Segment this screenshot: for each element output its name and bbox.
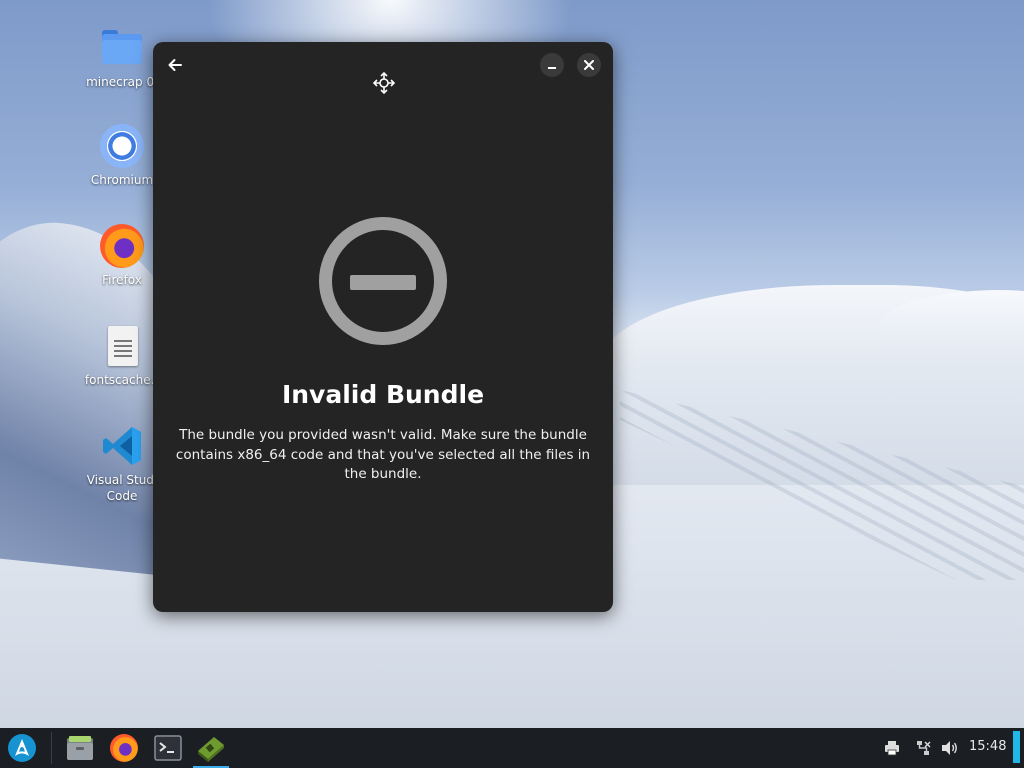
network-disconnected-icon bbox=[917, 741, 931, 755]
volume-icon bbox=[942, 741, 957, 755]
dialog-title: Invalid Bundle bbox=[281, 380, 485, 409]
terminal-icon bbox=[154, 735, 182, 761]
move-handle-icon[interactable] bbox=[372, 71, 396, 95]
back-arrow-icon bbox=[168, 59, 182, 71]
chromium-icon bbox=[100, 124, 144, 168]
firefox-icon bbox=[100, 224, 144, 268]
taskbar-firefox[interactable] bbox=[103, 728, 145, 768]
minimize-button[interactable] bbox=[540, 53, 564, 77]
printer-icon bbox=[885, 741, 899, 756]
arch-linux-icon bbox=[8, 734, 36, 762]
tray-network[interactable] bbox=[913, 738, 933, 758]
taskbar: 15:48 bbox=[0, 728, 1024, 768]
application-launcher-button[interactable] bbox=[0, 728, 44, 768]
taskbar-file-manager[interactable] bbox=[59, 728, 101, 768]
taskbar-separator bbox=[51, 732, 52, 764]
minecraft-installer-icon bbox=[198, 737, 224, 762]
desktop-icon-label: Firefox bbox=[102, 273, 142, 287]
dialog-description: The bundle you provided wasn't valid. Ma… bbox=[175, 427, 591, 482]
taskbar-minecraft-installer[interactable] bbox=[190, 728, 232, 768]
file-manager-icon bbox=[67, 736, 93, 760]
minimize-icon bbox=[548, 67, 556, 69]
tray-volume[interactable] bbox=[940, 738, 960, 758]
vscode-icon bbox=[100, 424, 144, 468]
close-icon bbox=[584, 60, 594, 70]
desktop-icon-label: fontscache.t bbox=[84, 373, 160, 387]
desktop-icon-label: minecrap 0. bbox=[86, 75, 158, 89]
desktop-icon-label: Visual Studi Code bbox=[86, 473, 158, 503]
invalid-bundle-dialog: Invalid Bundle The bundle you provided w… bbox=[153, 42, 613, 612]
show-desktop-button[interactable] bbox=[1013, 731, 1020, 763]
invalid-circle-icon bbox=[319, 217, 447, 345]
close-button[interactable] bbox=[577, 53, 601, 77]
text-file-icon bbox=[100, 324, 144, 368]
desktop-icon-label: Chromium bbox=[90, 173, 154, 187]
tray-printer[interactable] bbox=[882, 738, 902, 758]
firefox-icon bbox=[110, 734, 138, 762]
taskbar-terminal[interactable] bbox=[147, 728, 189, 768]
back-button[interactable] bbox=[163, 53, 187, 77]
folder-icon bbox=[100, 26, 144, 70]
taskbar-clock[interactable]: 15:48 bbox=[969, 739, 1006, 754]
